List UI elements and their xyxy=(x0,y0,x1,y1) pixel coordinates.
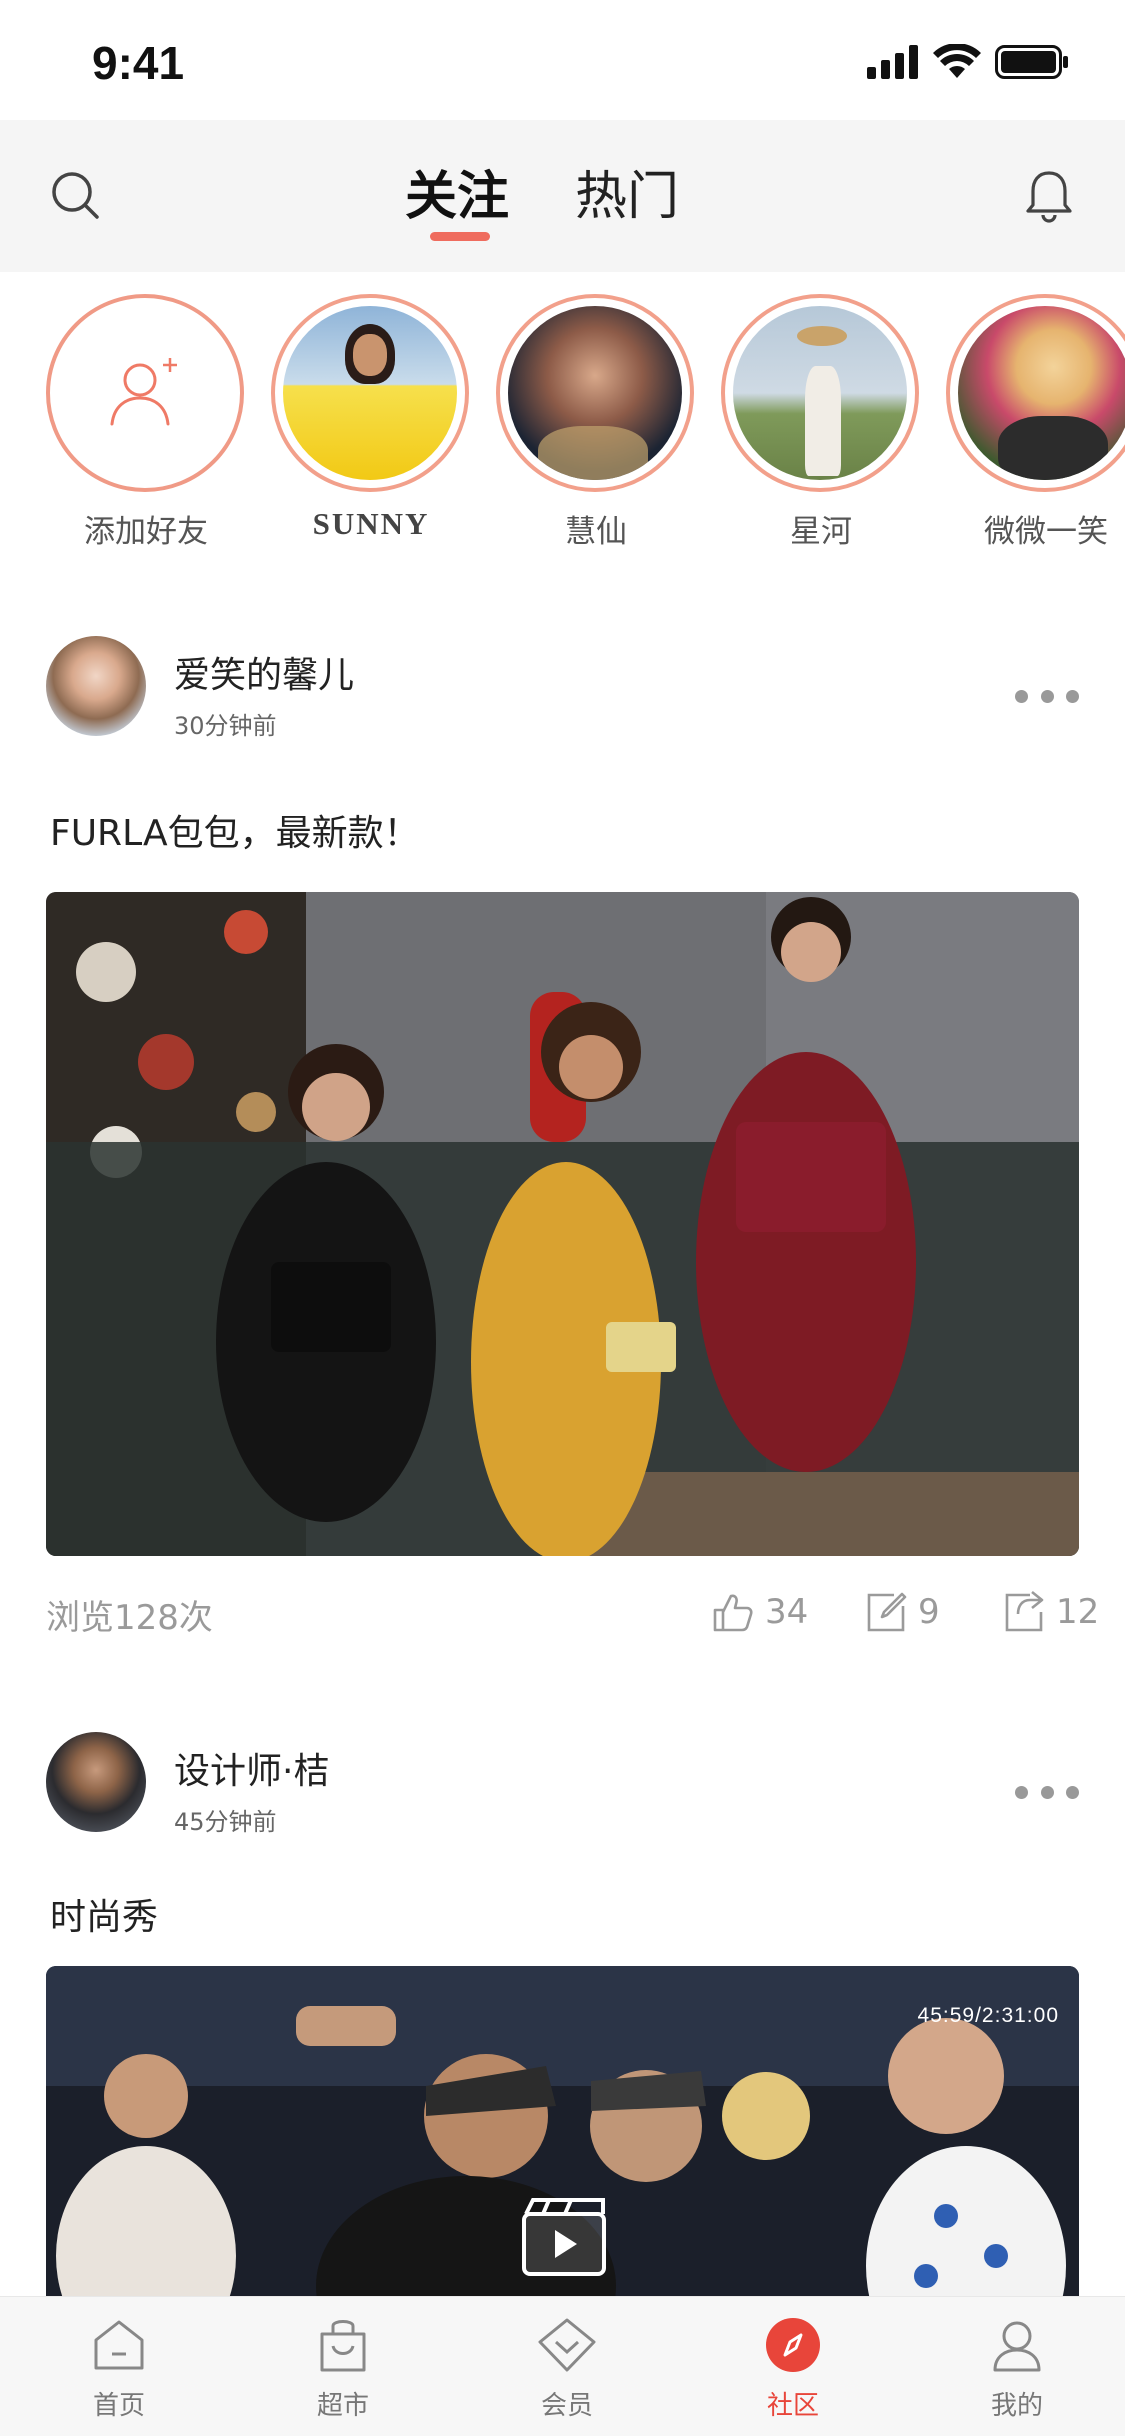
post-username[interactable]: 设计师·桔 xyxy=(174,1742,329,1794)
post-text: FURLA包包，最新款！ xyxy=(50,813,420,854)
more-options-button[interactable] xyxy=(1015,1782,1079,1802)
battery-icon xyxy=(995,45,1068,79)
post-time: 45分钟前 xyxy=(174,1808,277,1836)
top-nav: 关注 热门 xyxy=(0,120,1125,272)
bell-icon xyxy=(1026,171,1072,223)
nav-member[interactable]: 会员 xyxy=(507,2313,627,2422)
bottom-tab-bar: 首页 超市 会员 社区 我的 xyxy=(0,2296,1125,2436)
story-label: 添加好友 xyxy=(84,514,208,550)
story-label: 微微一笑 xyxy=(984,514,1108,550)
post-text: 时尚秀 xyxy=(50,1897,159,1938)
notifications-button[interactable] xyxy=(1017,164,1081,228)
like-button[interactable]: 34 xyxy=(711,1590,808,1634)
more-dot-icon xyxy=(1066,1785,1079,1799)
post-username[interactable]: 爱笑的馨儿 xyxy=(174,646,354,698)
nav-home[interactable]: 首页 xyxy=(59,2313,179,2422)
nav-profile[interactable]: 我的 xyxy=(957,2313,1077,2422)
story-item[interactable]: 慧仙 xyxy=(496,294,696,551)
post-time: 30分钟前 xyxy=(174,712,277,740)
more-dot-icon xyxy=(1015,689,1028,703)
story-item[interactable]: SUNNY xyxy=(271,294,471,542)
more-dot-icon xyxy=(1066,689,1079,703)
status-bar: 9:41 xyxy=(0,0,1125,120)
more-dot-icon xyxy=(1040,1785,1054,1799)
feed-post: 设计师·桔 45分钟前 时尚秀 45:59/2:31:00 xyxy=(0,1732,1125,2296)
search-icon xyxy=(52,172,99,219)
story-ring xyxy=(496,294,694,492)
story-label: 星河 xyxy=(790,514,852,550)
stories-row: 添加好友 SUNNY 慧仙 星河 微微一笑 xyxy=(0,272,1125,572)
active-tab-indicator xyxy=(430,232,490,241)
member-diamond-icon xyxy=(535,2313,599,2377)
nav-market[interactable]: 超市 xyxy=(283,2313,403,2422)
story-avatar xyxy=(733,306,907,480)
home-icon xyxy=(87,2313,151,2377)
story-add-friend[interactable]: 添加好友 xyxy=(46,294,246,551)
nav-label: 社区 xyxy=(766,2391,819,2421)
nav-label: 我的 xyxy=(990,2391,1043,2421)
nav-label: 会员 xyxy=(540,2391,593,2421)
add-user-icon xyxy=(110,358,177,426)
person-icon xyxy=(985,2313,1049,2377)
comment-count: 9 xyxy=(918,1592,940,1632)
nav-label: 首页 xyxy=(92,2391,145,2421)
compass-icon xyxy=(761,2313,825,2377)
tab-trending[interactable]: 热门 xyxy=(575,154,679,229)
post-video[interactable]: 45:59/2:31:00 xyxy=(46,1966,1079,2296)
post-image[interactable] xyxy=(46,892,1079,1556)
nav-community[interactable]: 社区 xyxy=(733,2313,853,2422)
avatar[interactable] xyxy=(46,636,146,736)
more-dot-icon xyxy=(1040,689,1054,703)
story-item[interactable]: 微微一笑 xyxy=(946,294,1125,551)
status-icons xyxy=(867,44,1069,80)
share-icon xyxy=(1005,1590,1044,1632)
story-ring xyxy=(271,294,469,492)
more-options-button[interactable] xyxy=(1015,686,1079,706)
story-ring xyxy=(946,294,1125,492)
story-label: 慧仙 xyxy=(565,514,627,550)
edit-comment-icon xyxy=(867,1592,907,1632)
video-duration: 45:59/2:31:00 xyxy=(917,2004,1059,2027)
shopping-bag-icon xyxy=(311,2313,375,2377)
post-stats: 浏览128次 34 9 12 xyxy=(46,1590,1099,1650)
tab-following[interactable]: 关注 xyxy=(405,154,509,229)
story-item[interactable]: 星河 xyxy=(721,294,921,551)
wifi-icon xyxy=(933,44,981,78)
like-count: 34 xyxy=(765,1592,809,1632)
signal-icon xyxy=(867,45,918,79)
fashion-photo xyxy=(46,892,1079,1556)
comment-button[interactable]: 9 xyxy=(864,1590,940,1634)
story-avatar xyxy=(958,306,1125,480)
add-friend-badge xyxy=(58,306,232,480)
story-avatar xyxy=(283,306,457,480)
nav-label: 超市 xyxy=(316,2391,369,2421)
more-dot-icon xyxy=(1015,1785,1028,1799)
story-label: SUNNY xyxy=(312,506,430,541)
story-ring xyxy=(721,294,919,492)
video-play-icon[interactable] xyxy=(521,2196,607,2278)
share-count: 12 xyxy=(1056,1592,1100,1632)
avatar[interactable] xyxy=(46,1732,146,1832)
share-button[interactable]: 12 xyxy=(1002,1590,1099,1634)
search-button[interactable] xyxy=(44,164,108,228)
story-avatar xyxy=(508,306,682,480)
story-ring xyxy=(46,294,244,492)
view-count: 浏览128次 xyxy=(46,1598,213,1638)
status-time: 9:41 xyxy=(92,37,185,89)
feed-post: 爱笑的馨儿 30分钟前 FURLA包包，最新款！ 浏览128次 34 9 12 xyxy=(0,636,1125,1696)
thumbs-up-icon xyxy=(713,1594,753,1632)
